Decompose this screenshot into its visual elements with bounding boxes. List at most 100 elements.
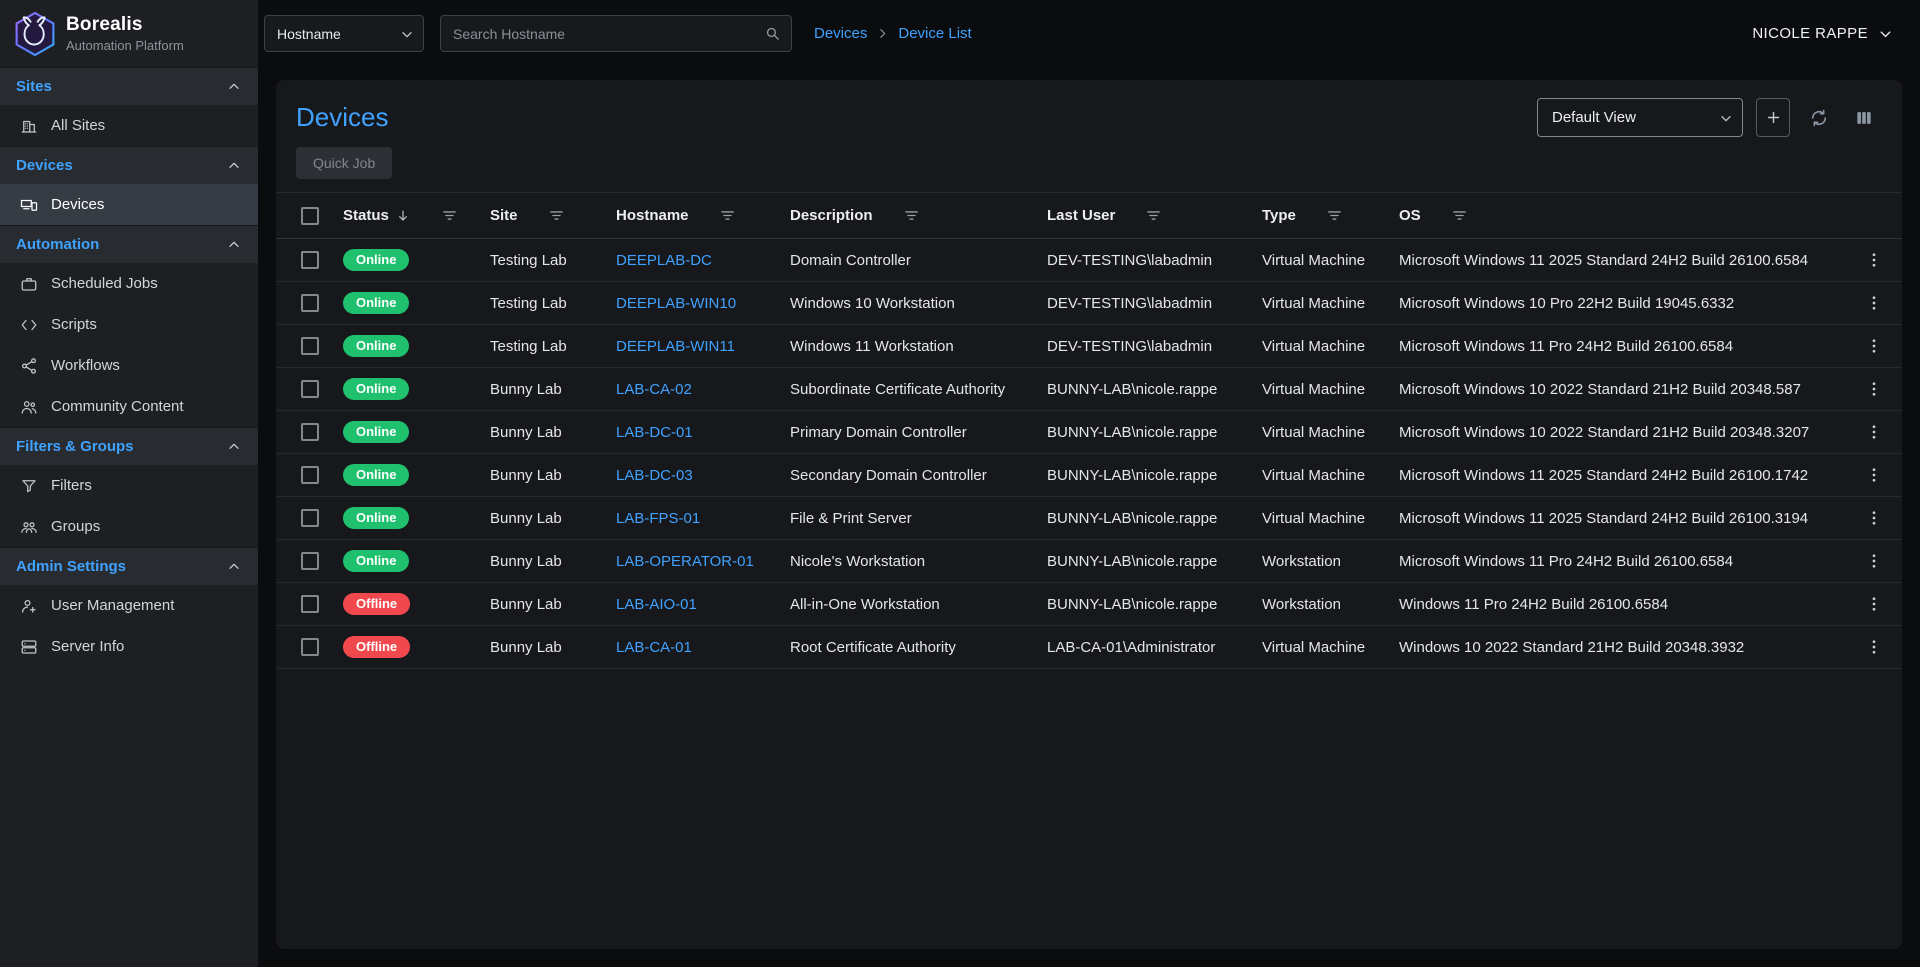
hostname-link[interactable]: LAB-OPERATOR-01: [616, 553, 754, 570]
table-row[interactable]: Online Testing Lab DEEPLAB-WIN11 Windows…: [276, 325, 1902, 368]
breadcrumb-device-list[interactable]: Device List: [898, 25, 971, 42]
row-checkbox-cell: [276, 423, 343, 441]
row-menu-icon[interactable]: [1865, 251, 1883, 269]
row-checkbox[interactable]: [301, 509, 319, 527]
search-input[interactable]: [453, 26, 764, 42]
section-label: Filters & Groups: [16, 438, 134, 455]
column-header-status[interactable]: Status: [343, 207, 490, 224]
search-field-select[interactable]: Hostname: [264, 15, 424, 52]
user-menu[interactable]: NICOLE RAPPE: [1752, 25, 1894, 42]
table-row[interactable]: Online Bunny Lab LAB-FPS-01 File & Print…: [276, 497, 1902, 540]
view-select[interactable]: Default View: [1537, 98, 1743, 137]
column-filter-icon[interactable]: [1451, 207, 1468, 224]
workflow-icon: [20, 357, 38, 375]
refresh-button[interactable]: [1803, 102, 1835, 134]
chevron-up-icon: [226, 237, 242, 253]
table-row[interactable]: Online Bunny Lab LAB-DC-01 Primary Domai…: [276, 411, 1902, 454]
add-view-button[interactable]: [1756, 98, 1790, 137]
column-filter-icon[interactable]: [441, 207, 458, 224]
table-row[interactable]: Online Bunny Lab LAB-OPERATOR-01 Nicole'…: [276, 540, 1902, 583]
column-header-os[interactable]: OS: [1399, 207, 1846, 224]
row-checkbox[interactable]: [301, 337, 319, 355]
chevron-down-icon: [1877, 25, 1894, 42]
breadcrumb-devices[interactable]: Devices: [814, 25, 867, 42]
hostname-link[interactable]: DEEPLAB-WIN11: [616, 338, 735, 355]
sidebar-section-sites[interactable]: Sites: [0, 67, 258, 105]
column-filter-icon[interactable]: [548, 207, 565, 224]
search-icon[interactable]: [764, 25, 781, 42]
sort-desc-icon[interactable]: [395, 208, 411, 224]
hostname-link[interactable]: LAB-DC-01: [616, 424, 693, 441]
hostname-link[interactable]: LAB-FPS-01: [616, 510, 700, 527]
column-label: Last User: [1047, 207, 1115, 224]
table-row[interactable]: Offline Bunny Lab LAB-CA-01 Root Certifi…: [276, 626, 1902, 669]
row-menu-icon[interactable]: [1865, 509, 1883, 527]
sidebar-item-server-info[interactable]: Server Info: [0, 626, 258, 667]
row-menu-icon[interactable]: [1865, 466, 1883, 484]
row-checkbox[interactable]: [301, 380, 319, 398]
status-badge: Online: [343, 335, 409, 358]
sidebar-item-workflows[interactable]: Workflows: [0, 345, 258, 386]
column-header-type[interactable]: Type: [1262, 207, 1399, 224]
hostname-link[interactable]: LAB-CA-02: [616, 381, 692, 398]
sidebar-item-filters[interactable]: Filters: [0, 465, 258, 506]
row-checkbox[interactable]: [301, 466, 319, 484]
row-checkbox[interactable]: [301, 595, 319, 613]
row-menu-icon[interactable]: [1865, 337, 1883, 355]
row-checkbox[interactable]: [301, 294, 319, 312]
type-cell: Virtual Machine: [1262, 295, 1399, 312]
site-cell: Testing Lab: [490, 338, 616, 355]
hostname-link[interactable]: LAB-DC-03: [616, 467, 693, 484]
columns-button[interactable]: [1848, 102, 1880, 134]
hostname-link[interactable]: LAB-AIO-01: [616, 596, 697, 613]
table-row[interactable]: Online Bunny Lab LAB-DC-03 Secondary Dom…: [276, 454, 1902, 497]
row-menu-icon[interactable]: [1865, 423, 1883, 441]
hostname-link[interactable]: DEEPLAB-DC: [616, 252, 712, 269]
sidebar-item-scripts[interactable]: Scripts: [0, 304, 258, 345]
hostname-link[interactable]: DEEPLAB-WIN10: [616, 295, 736, 312]
table-row[interactable]: Online Bunny Lab LAB-CA-02 Subordinate C…: [276, 368, 1902, 411]
sidebar-section-admin-settings[interactable]: Admin Settings: [0, 547, 258, 585]
sidebar-section-automation[interactable]: Automation: [0, 225, 258, 263]
row-menu-icon[interactable]: [1865, 380, 1883, 398]
sidebar-item-community-content[interactable]: Community Content: [0, 386, 258, 427]
table-row[interactable]: Online Testing Lab DEEPLAB-DC Domain Con…: [276, 239, 1902, 282]
description-cell: Domain Controller: [790, 252, 1047, 269]
app-title-block: Borealis Automation Platform: [66, 14, 184, 53]
server-icon: [20, 638, 38, 656]
header-checkbox-cell: [276, 207, 343, 225]
quick-job-button[interactable]: Quick Job: [296, 147, 392, 179]
table-row[interactable]: Offline Bunny Lab LAB-AIO-01 All-in-One …: [276, 583, 1902, 626]
column-filter-icon[interactable]: [903, 207, 920, 224]
chevron-down-icon: [399, 26, 415, 42]
sidebar-item-scheduled-jobs[interactable]: Scheduled Jobs: [0, 263, 258, 304]
hostname-link[interactable]: LAB-CA-01: [616, 639, 692, 656]
column-header-site[interactable]: Site: [490, 207, 616, 224]
sidebar-section-devices[interactable]: Devices: [0, 146, 258, 184]
table-row[interactable]: Online Testing Lab DEEPLAB-WIN10 Windows…: [276, 282, 1902, 325]
column-header-last-user[interactable]: Last User: [1047, 207, 1262, 224]
chevron-down-icon: [1718, 110, 1734, 126]
column-header-description[interactable]: Description: [790, 207, 1047, 224]
column-filter-icon[interactable]: [1326, 207, 1343, 224]
row-checkbox[interactable]: [301, 423, 319, 441]
row-menu-icon[interactable]: [1865, 552, 1883, 570]
row-menu-icon[interactable]: [1865, 595, 1883, 613]
row-menu-icon[interactable]: [1865, 294, 1883, 312]
sidebar-item-groups[interactable]: Groups: [0, 506, 258, 547]
hostname-cell: LAB-DC-01: [616, 424, 790, 441]
hostname-cell: DEEPLAB-WIN11: [616, 338, 790, 355]
row-checkbox-cell: [276, 595, 343, 613]
sidebar-item-all-sites[interactable]: All Sites: [0, 105, 258, 146]
column-filter-icon[interactable]: [1145, 207, 1162, 224]
row-checkbox[interactable]: [301, 638, 319, 656]
row-menu-icon[interactable]: [1865, 638, 1883, 656]
column-filter-icon[interactable]: [719, 207, 736, 224]
sidebar-item-user-management[interactable]: User Management: [0, 585, 258, 626]
column-header-hostname[interactable]: Hostname: [616, 207, 790, 224]
row-checkbox[interactable]: [301, 251, 319, 269]
row-checkbox[interactable]: [301, 552, 319, 570]
sidebar-section-filters-groups[interactable]: Filters & Groups: [0, 427, 258, 465]
select-all-checkbox[interactable]: [301, 207, 319, 225]
sidebar-item-devices[interactable]: Devices: [0, 184, 258, 225]
